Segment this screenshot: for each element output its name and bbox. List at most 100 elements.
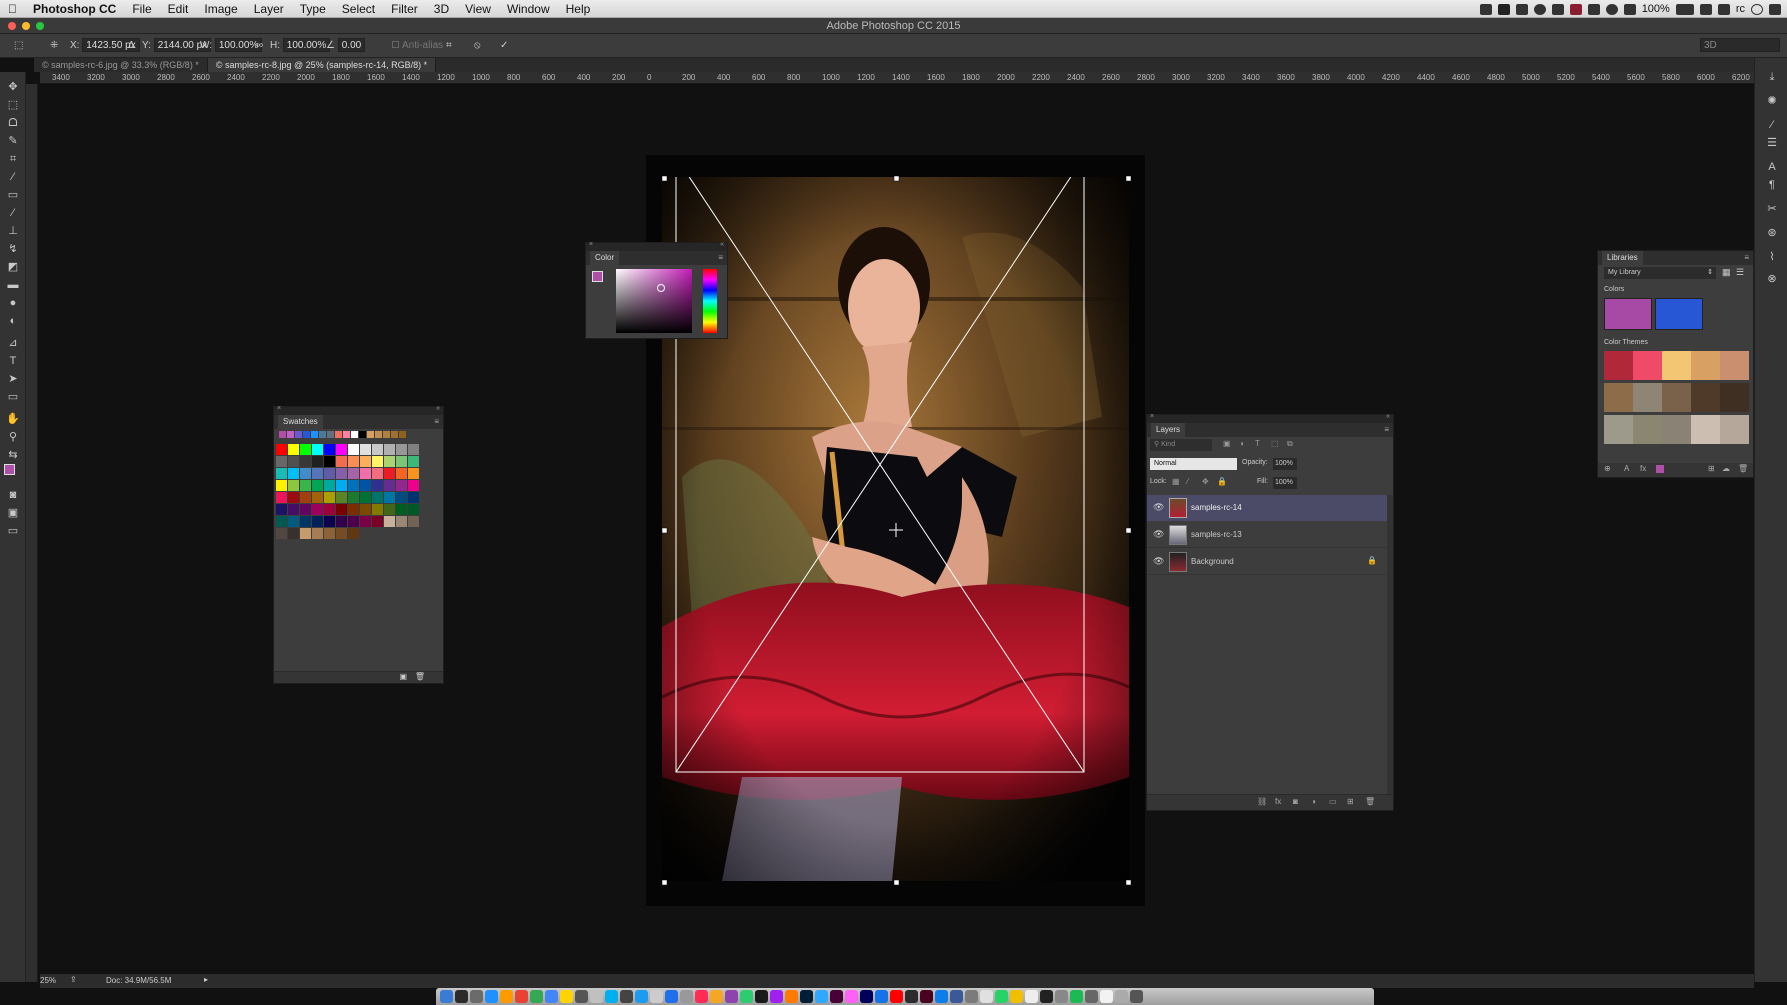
add-layer-style-icon[interactable]: fx [1640,464,1646,473]
zoom-window-button[interactable] [36,22,44,30]
lock-pixels-icon[interactable]: ▦ [1172,477,1180,486]
screen-icon[interactable] [1479,3,1492,15]
dock-app-icon[interactable] [545,990,558,1003]
menu-image[interactable]: Image [196,0,245,18]
swatch-chip[interactable] [276,528,287,539]
lock-paint-icon[interactable]: ⁄ [1187,477,1188,486]
adjustment-filter-icon[interactable]: ◑ [1239,439,1244,448]
link-icon[interactable]: ∞ [256,38,263,53]
warp-icon[interactable]: ⌗ [446,38,452,53]
new-group-icon[interactable]: ▭ [1329,797,1337,806]
artboard-icon[interactable]: ▭ [5,524,21,538]
dock-app-icon[interactable] [785,990,798,1003]
swatch-chip[interactable] [348,444,359,455]
doc-tab-samples-rc-6[interactable]: © samples-rc-6.jpg @ 33.3% (RGB/8) * [34,58,208,72]
apple-icon[interactable]:  [0,0,25,18]
menu-window[interactable]: Window [499,0,558,18]
foreground-color-swatch[interactable] [4,464,15,475]
dock-app-icon[interactable] [725,990,738,1003]
dock-app-icon[interactable] [875,990,888,1003]
recent-swatch-chip[interactable] [375,431,382,438]
dock-app-icon[interactable] [1025,990,1038,1003]
delete-swatch-icon[interactable]: 🗑 [415,672,425,681]
cc-libraries-icon[interactable]: ⊛ [1764,226,1780,240]
swatch-chip[interactable] [396,456,407,467]
bluetooth-icon[interactable] [1623,3,1636,15]
swatch-chip[interactable] [276,444,287,455]
swatch-chip[interactable] [336,468,347,479]
swatches-panel-title[interactable]: Swatches [278,415,323,429]
display-icon[interactable] [1587,3,1600,15]
layer-filter-select[interactable]: ⚲ Kind [1150,439,1212,451]
dock-app-icon[interactable] [995,990,1008,1003]
wifi-icon[interactable] [1699,3,1712,15]
layer-name[interactable]: samples-rc-13 [1191,530,1242,539]
swatch-chip[interactable] [312,456,323,467]
swatch-chip[interactable] [348,468,359,479]
swatch-chip[interactable] [324,528,335,539]
swatch-chip[interactable] [312,468,323,479]
menu-view[interactable]: View [457,0,499,18]
swatch-chip[interactable] [288,504,299,515]
brush-tool-icon[interactable]: ⁄ [5,206,21,220]
swatch-chip[interactable] [276,480,287,491]
eraser-tool-icon[interactable]: ◩ [5,260,21,274]
relative-position-icon[interactable]: Δ [128,38,135,53]
swatch-chip[interactable] [408,468,419,479]
swatch-chip[interactable] [312,444,323,455]
dock-app-icon[interactable] [680,990,693,1003]
swatch-chip[interactable] [408,492,419,503]
new-layer-icon[interactable]: ⊞ [1347,797,1354,806]
dock-app-icon[interactable] [500,990,513,1003]
commit-transform-icon[interactable]: ✓ [500,38,508,53]
volume-icon[interactable] [1717,3,1730,15]
zoom-tool-icon[interactable]: ⚲ [5,430,21,444]
dock-app-icon[interactable] [950,990,963,1003]
swatch-chip[interactable] [312,516,323,527]
swap-colors-icon[interactable]: ⇆ [5,448,21,462]
close-panel-icon[interactable]: × [589,241,593,248]
swatch-chip[interactable] [336,492,347,503]
path-select-tool-icon[interactable]: ➤ [5,372,21,386]
dock-app-icon[interactable] [530,990,543,1003]
menu-filter[interactable]: Filter [383,0,426,18]
swatch-chip[interactable] [312,528,323,539]
swatch-chip[interactable] [408,444,419,455]
libraries-panel-title[interactable]: Libraries [1602,251,1643,265]
paths-panel-icon[interactable]: ⌇ [1764,250,1780,264]
dock-app-icon[interactable] [1100,990,1113,1003]
menu-3d[interactable]: 3D [426,0,457,18]
dock-app-icon[interactable] [635,990,648,1003]
menu-edit[interactable]: Edit [160,0,197,18]
blur-tool-icon[interactable]: ● [5,296,21,310]
swatch-chip[interactable] [396,468,407,479]
swatch-chip[interactable] [396,516,407,527]
recent-swatch-chip[interactable] [311,431,318,438]
library-color-swatch[interactable] [1604,298,1652,330]
brush-panel-icon[interactable]: ⁄ [1764,118,1780,132]
stamp-tool-icon[interactable]: ⊥ [5,224,21,238]
tool-presets-icon[interactable]: ✂ [1764,202,1780,216]
swatch-chip[interactable] [300,516,311,527]
swatch-chip[interactable] [312,492,323,503]
swatch-chip[interactable] [300,444,311,455]
user-name[interactable]: rc [1736,3,1745,15]
panel-menu-icon[interactable]: ≡ [1384,423,1389,437]
swatch-chip[interactable] [336,528,347,539]
add-content-icon[interactable]: ⊕ [1604,464,1611,473]
dock-app-icon[interactable] [605,990,618,1003]
swatch-chip[interactable] [384,468,395,479]
swatch-chip[interactable] [288,444,299,455]
swatch-chip[interactable] [288,528,299,539]
recent-swatch-chip[interactable] [279,431,286,438]
recent-swatch-chip[interactable] [343,431,350,438]
color-picker-cursor[interactable] [657,284,665,292]
battery-icon[interactable] [1675,3,1694,15]
add-graphic-icon[interactable]: ⊞ [1708,464,1715,473]
shape-filter-icon[interactable]: ⬚ [1271,439,1279,448]
swatch-chip[interactable] [300,456,311,467]
menu-type[interactable]: Type [292,0,334,18]
history-panel-icon[interactable]: ⤓ [1764,70,1780,84]
swatch-chip[interactable] [360,444,371,455]
swatch-chip[interactable] [276,504,287,515]
